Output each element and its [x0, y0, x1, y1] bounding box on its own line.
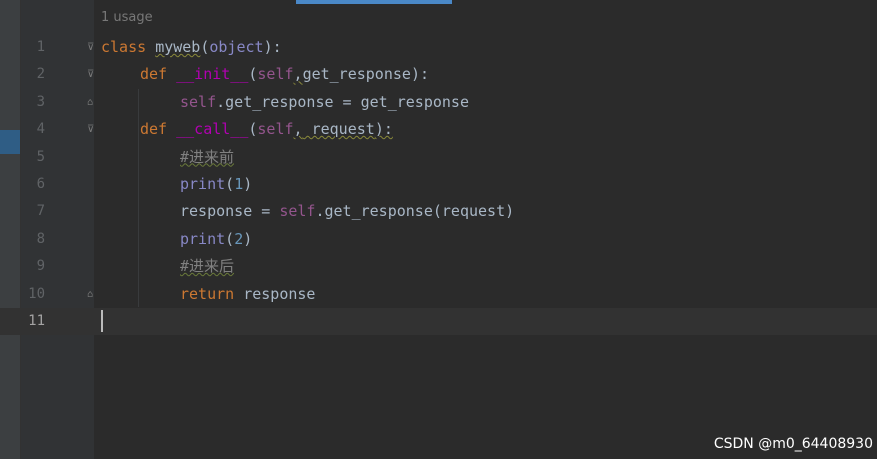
code-editor[interactable]: 1 ⊽ class myweb(object): 2 ⊽ def __init_…	[0, 34, 877, 336]
line-number: 5	[36, 148, 45, 165]
keyword: class	[101, 38, 147, 56]
code-line[interactable]: 4 ⊽ def __call__(self, request):	[0, 116, 877, 143]
builtin-function: print	[180, 229, 226, 248]
line-number: 3	[36, 93, 45, 110]
line-number: 6	[36, 175, 45, 192]
comment: #进来前	[180, 147, 235, 166]
line-number: 1	[36, 39, 45, 55]
self-ref: self	[279, 202, 316, 221]
punct: ,	[293, 65, 303, 84]
code-line[interactable]: 3 ⌂ self.get_response = get_response	[0, 89, 877, 116]
fold-close-icon[interactable]: ⌂	[87, 97, 97, 108]
code-line[interactable]: 6 print(1)	[0, 171, 877, 198]
watermark: CSDN @m0_64408930	[713, 436, 873, 452]
text-caret	[101, 310, 103, 332]
param: get_response	[302, 65, 411, 84]
number-literal: 2	[234, 229, 244, 248]
self-param: self	[257, 65, 294, 84]
class-name: myweb	[155, 38, 201, 56]
code-line[interactable]: 8 print(2)	[0, 226, 877, 253]
param: request	[302, 120, 375, 139]
self-param: self	[257, 120, 294, 139]
punct: ):	[410, 65, 429, 84]
fold-open-icon[interactable]: ⊽	[87, 124, 97, 135]
line-number: 10	[28, 285, 45, 302]
punct: (	[225, 174, 235, 193]
usage-hint[interactable]: 1 usage	[101, 10, 153, 25]
line-number: 8	[36, 230, 45, 247]
line-number: 11	[28, 312, 45, 329]
fold-open-icon[interactable]: ⊽	[87, 42, 97, 53]
keyword: return	[180, 284, 235, 303]
number-literal: 1	[234, 174, 244, 193]
method-name: __call__	[176, 120, 249, 139]
code-line[interactable]: 7 response = self.get_response(request)	[0, 198, 877, 225]
code-text: .get_response(request)	[315, 202, 515, 221]
builtin-function: print	[180, 174, 226, 193]
comment: #进来后	[180, 257, 235, 276]
active-tab-indicator	[296, 0, 452, 4]
code-text: .get_response = get_response	[216, 92, 469, 111]
current-code-line[interactable]: 11	[0, 307, 877, 336]
code-text: response =	[180, 202, 280, 221]
punct: (	[225, 229, 235, 248]
code-line[interactable]: 5 #进来前	[0, 144, 877, 171]
code-line[interactable]: 10 ⌂ return response	[0, 281, 877, 308]
line-number: 4	[36, 121, 45, 138]
self-ref: self	[180, 92, 217, 111]
code-line[interactable]: 9 #进来后	[0, 253, 877, 280]
keyword: def	[140, 120, 168, 139]
base-class: object	[209, 38, 264, 56]
punct: )	[243, 174, 253, 193]
line-number: 2	[36, 66, 45, 83]
line-number: 7	[36, 203, 45, 220]
line-number: 9	[36, 258, 45, 275]
punct: )	[243, 229, 253, 248]
code-text: response	[234, 284, 316, 303]
code-line[interactable]: 2 ⊽ def __init__(self,get_response):	[0, 61, 877, 88]
fold-open-icon[interactable]: ⊽	[87, 69, 97, 80]
punct: ):	[374, 120, 393, 139]
code-line[interactable]: 1 ⊽ class myweb(object):	[0, 34, 877, 61]
method-name: __init__	[176, 65, 249, 84]
keyword: def	[140, 65, 168, 84]
punct: ,	[293, 120, 303, 139]
fold-close-icon[interactable]: ⌂	[87, 289, 97, 300]
punct: ):	[263, 38, 282, 56]
